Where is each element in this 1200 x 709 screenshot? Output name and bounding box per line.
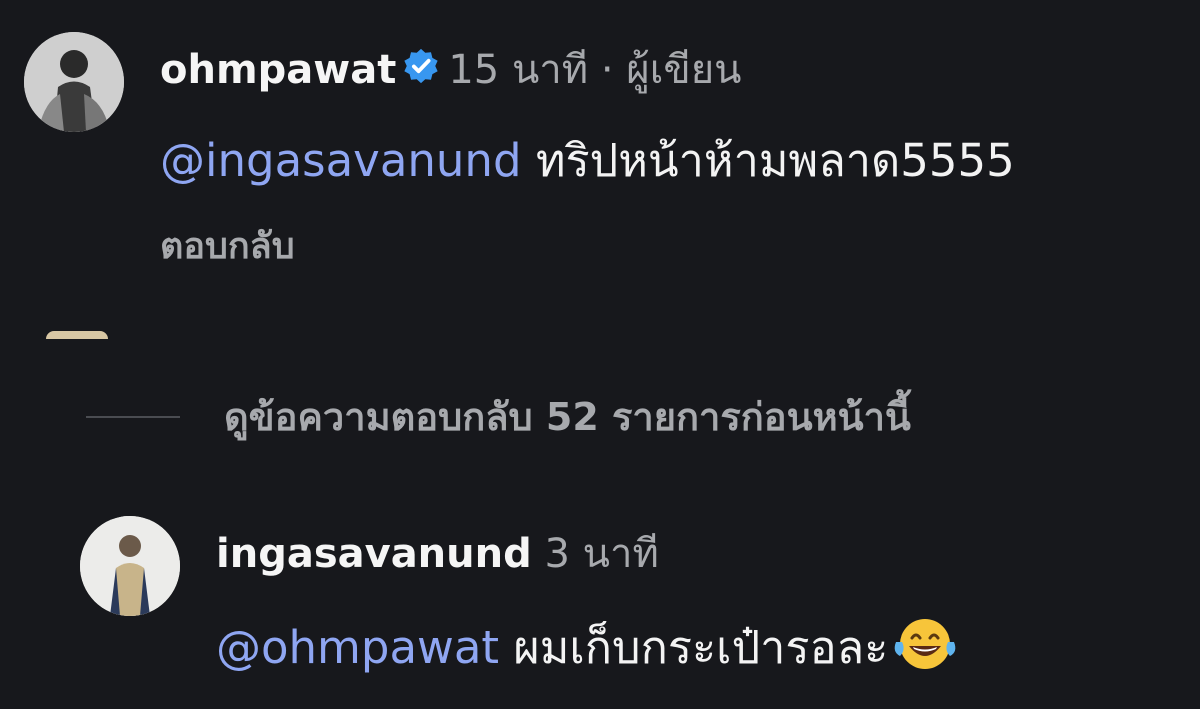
avatar-ingasavanund[interactable] xyxy=(80,516,180,616)
avatar-partial xyxy=(46,331,108,339)
reply-label: ตอบกลับ xyxy=(160,226,295,267)
comment-time: 3 นาที xyxy=(544,531,659,577)
comment-username[interactable]: ingasavanund xyxy=(216,531,532,577)
comment-message: ทริปหน้าห้ามพลาด5555 xyxy=(535,134,1015,187)
comment-username[interactable]: ohmpawat xyxy=(160,47,396,93)
view-more-replies-button[interactable]: ดูข้อความตอบกลับ 52 รายการก่อนหน้านี้ xyxy=(86,390,911,444)
comment-message: ผมเก็บกระเป๋ารอละ xyxy=(513,621,889,674)
avatar-ohmpawat[interactable] xyxy=(24,32,124,132)
comment-time: 15 นาที xyxy=(448,47,589,93)
comment-text: @ingasavanund ทริปหน้าห้ามพลาด5555 xyxy=(160,132,1015,190)
mention-link[interactable]: @ingasavanund xyxy=(160,134,522,187)
divider-line xyxy=(86,416,180,418)
meta-separator: · xyxy=(600,47,614,93)
comment-header: ingasavanund 3 นาที xyxy=(216,528,659,580)
verified-badge-icon xyxy=(402,46,440,98)
laughing-crying-emoji-icon xyxy=(892,616,958,686)
reply-button[interactable]: ตอบกลับ xyxy=(160,222,295,272)
mention-link[interactable]: @ohmpawat xyxy=(216,621,499,674)
comment-text: @ohmpawat ผมเก็บกระเป๋ารอละ xyxy=(216,616,958,686)
profile-photo-icon xyxy=(24,32,124,132)
profile-photo-icon xyxy=(80,516,180,616)
comment-header: ohmpawat 15 นาที · ผู้เขียน xyxy=(160,44,742,98)
author-label: ผู้เขียน xyxy=(626,47,742,93)
view-more-replies-label: ดูข้อความตอบกลับ 52 รายการก่อนหน้านี้ xyxy=(224,395,911,439)
